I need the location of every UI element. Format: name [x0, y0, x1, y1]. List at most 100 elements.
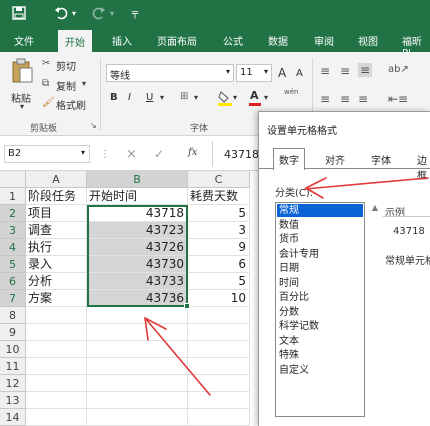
tab-view[interactable]: 视图: [358, 33, 378, 48]
undo-dropdown-icon[interactable]: ▾: [72, 9, 76, 18]
cell-a2[interactable]: 项目: [26, 205, 87, 222]
row-header[interactable]: 11: [0, 358, 26, 375]
cell-a12[interactable]: [26, 375, 87, 392]
middle-align-icon[interactable]: ≡: [340, 64, 350, 78]
insert-function-button[interactable]: fx: [188, 147, 197, 158]
cell-b11[interactable]: [87, 358, 188, 375]
shrink-font-button[interactable]: A: [296, 68, 303, 79]
fill-handle[interactable]: [184, 303, 190, 309]
tab-page-layout[interactable]: 页面布局: [157, 33, 197, 48]
top-align-icon[interactable]: ≡: [320, 64, 330, 78]
cell-a7[interactable]: 方案: [26, 290, 87, 307]
bottom-align-icon[interactable]: ≡: [358, 63, 373, 77]
font-size-select[interactable]: 11 ▾: [236, 64, 272, 82]
cell-b9[interactable]: [87, 324, 188, 341]
cell-c8[interactable]: [188, 307, 250, 324]
confirm-entry-button[interactable]: ✓: [154, 147, 164, 161]
tab-number[interactable]: 数字: [273, 148, 305, 170]
phonetic-guide-button[interactable]: wén: [284, 88, 298, 96]
fill-color-button[interactable]: [218, 90, 232, 109]
category-item[interactable]: 自定义: [277, 364, 363, 377]
cell-a9[interactable]: [26, 324, 87, 341]
name-box[interactable]: B2 ▾: [4, 145, 90, 163]
column-header-b[interactable]: B: [87, 171, 188, 188]
cell-b3[interactable]: 43723: [87, 222, 188, 239]
cell-c7[interactable]: 10: [188, 290, 250, 307]
cell-c2[interactable]: 5: [188, 205, 250, 222]
cell-c13[interactable]: [188, 392, 250, 409]
cell-a11[interactable]: [26, 358, 87, 375]
cancel-entry-button[interactable]: ×: [126, 147, 137, 162]
category-item[interactable]: 特殊: [277, 349, 363, 362]
borders-icon[interactable]: ⊞: [180, 91, 188, 102]
cut-button[interactable]: ✂ 剪切: [42, 58, 90, 73]
cell-c3[interactable]: 3: [188, 222, 250, 239]
category-item[interactable]: 时间: [277, 277, 363, 290]
cell-c9[interactable]: [188, 324, 250, 341]
align-left-icon[interactable]: ≡: [320, 92, 330, 106]
cell-b14[interactable]: [87, 409, 188, 426]
cell-a13[interactable]: [26, 392, 87, 409]
row-header[interactable]: 8: [0, 307, 26, 324]
format-painter-button[interactable]: 🖌 格式刷: [42, 97, 94, 112]
cell-a1[interactable]: 阶段任务: [26, 188, 87, 205]
row-header[interactable]: 14: [0, 409, 26, 426]
cell-c5[interactable]: 6: [188, 256, 250, 273]
cell-c1[interactable]: 耗费天数: [188, 188, 250, 205]
align-right-icon[interactable]: ≡: [358, 92, 368, 106]
align-center-icon[interactable]: ≡: [340, 92, 350, 106]
scroll-up-icon[interactable]: ▲: [372, 203, 378, 212]
cell-a14[interactable]: [26, 409, 87, 426]
italic-button[interactable]: I: [128, 92, 131, 103]
cell-c6[interactable]: 5: [188, 273, 250, 290]
bold-button[interactable]: B: [110, 92, 118, 103]
fill-color-dropdown-icon[interactable]: ▾: [233, 93, 237, 102]
borders-dropdown-icon[interactable]: ▾: [194, 93, 198, 102]
cell-b13[interactable]: [87, 392, 188, 409]
category-item[interactable]: 数值: [277, 219, 363, 232]
cell-b1[interactable]: 开始时间: [87, 188, 188, 205]
row-header[interactable]: 10: [0, 341, 26, 358]
tab-file[interactable]: 文件: [14, 33, 34, 48]
cell-b8[interactable]: [87, 307, 188, 324]
tab-data[interactable]: 数据: [268, 33, 288, 48]
cell-b7[interactable]: 43736: [87, 290, 188, 307]
row-header[interactable]: 5: [0, 256, 26, 273]
row-header[interactable]: 4: [0, 239, 26, 256]
row-header[interactable]: 13: [0, 392, 26, 409]
cell-c12[interactable]: [188, 375, 250, 392]
row-header[interactable]: 2: [0, 205, 26, 222]
cell-c4[interactable]: 9: [188, 239, 250, 256]
cell-b4[interactable]: 43726: [87, 239, 188, 256]
tab-alignment[interactable]: 对齐: [325, 152, 345, 167]
cell-a6[interactable]: 分析: [26, 273, 87, 290]
cell-a5[interactable]: 录入: [26, 256, 87, 273]
category-item[interactable]: 文本: [277, 335, 363, 348]
orientation-icon[interactable]: ab↗: [388, 64, 409, 75]
paste-button[interactable]: 粘贴 ▾: [8, 58, 38, 112]
cell-c14[interactable]: [188, 409, 250, 426]
indent-icon[interactable]: ⇤≡: [388, 92, 408, 106]
row-header[interactable]: 9: [0, 324, 26, 341]
formula-input[interactable]: 43718: [224, 148, 259, 161]
redo-dropdown-icon[interactable]: ▾: [110, 9, 114, 18]
cell-b6[interactable]: 43733: [87, 273, 188, 290]
cell-b5[interactable]: 43730: [87, 256, 188, 273]
category-item[interactable]: 分数: [277, 306, 363, 319]
cell-b12[interactable]: [87, 375, 188, 392]
category-item[interactable]: 科学记数: [277, 320, 363, 333]
cell-a4[interactable]: 执行: [26, 239, 87, 256]
cell-c11[interactable]: [188, 358, 250, 375]
customize-qat-icon[interactable]: ╤: [132, 8, 138, 19]
tab-review[interactable]: 审阅: [314, 33, 334, 48]
row-header[interactable]: 7: [0, 290, 26, 307]
category-item[interactable]: 日期: [277, 262, 363, 275]
underline-button[interactable]: U: [146, 92, 153, 103]
column-header-c[interactable]: C: [188, 171, 250, 188]
cell-a3[interactable]: 调查: [26, 222, 87, 239]
row-header[interactable]: 12: [0, 375, 26, 392]
category-item[interactable]: 货币: [277, 233, 363, 246]
row-header[interactable]: 1: [0, 188, 26, 205]
font-color-button[interactable]: A: [249, 89, 261, 106]
category-item[interactable]: 百分比: [277, 291, 363, 304]
